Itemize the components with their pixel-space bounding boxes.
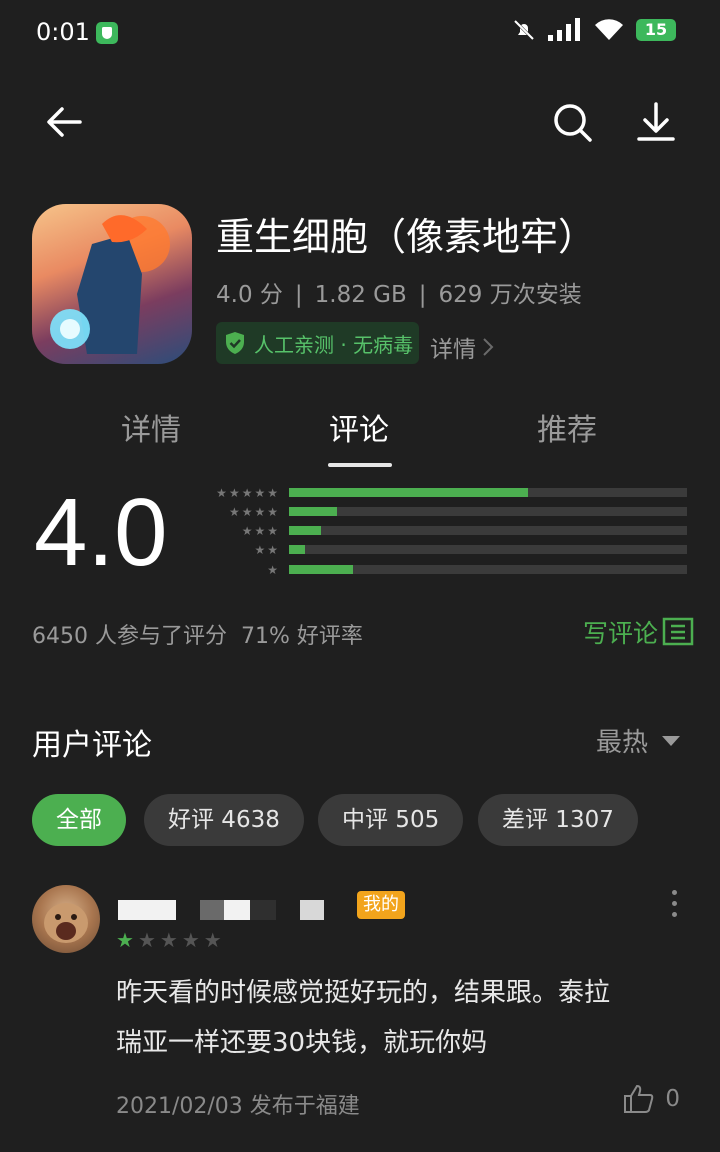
distribution-bar-4 xyxy=(289,507,687,516)
write-review-label: 写评论 xyxy=(582,619,658,648)
battery-indicator: 15 xyxy=(636,19,676,41)
average-rating: 4.0 xyxy=(34,479,168,586)
star-icon: ★ xyxy=(267,486,278,500)
review-date: 2021/02/03 发布于福建 xyxy=(116,1094,360,1119)
reviewer-avatar[interactable] xyxy=(32,885,100,953)
star-icon: ★ xyxy=(254,543,266,557)
safety-label: 人工亲测 · 无病毒 xyxy=(254,332,414,357)
star-icon: ★ xyxy=(116,928,134,952)
star-icon: ★ xyxy=(254,524,266,538)
chevron-right-icon xyxy=(483,338,494,356)
distribution-stars-4: ★ ★ ★ ★ xyxy=(229,506,278,518)
star-icon: ★ xyxy=(267,563,278,577)
distribution-bar-fill xyxy=(289,507,337,516)
thumbs-up-icon xyxy=(624,1084,654,1113)
star-icon: ★ xyxy=(254,486,266,500)
distribution-bar-fill xyxy=(289,565,353,574)
star-icon: ★ xyxy=(228,486,240,500)
app-icon xyxy=(32,204,192,364)
distribution-stars-1: ★ xyxy=(267,564,278,576)
app-title: 重生细胞（像素地牢） xyxy=(216,215,597,259)
filter-positive[interactable]: 好评 4638 xyxy=(144,794,304,846)
distribution-bar-fill xyxy=(289,526,321,535)
filter-negative[interactable]: 差评 1307 xyxy=(478,794,638,846)
star-icon: ★ xyxy=(203,928,222,952)
distribution-bar-fill xyxy=(289,488,528,497)
star-icon: ★ xyxy=(241,505,253,519)
redacted-username-part xyxy=(300,900,324,920)
like-button[interactable]: 0 xyxy=(623,1084,680,1114)
more-options-icon[interactable] xyxy=(672,890,680,917)
vpn-shield-icon xyxy=(96,22,118,44)
signal-icon xyxy=(548,18,580,41)
rating-participants: 6450 人参与了评分 xyxy=(32,624,227,649)
star-icon: ★ xyxy=(254,505,266,519)
star-icon: ★ xyxy=(228,505,240,519)
mute-bell-icon xyxy=(513,19,535,41)
star-icon: ★ xyxy=(181,928,200,952)
distribution-bar-3 xyxy=(289,526,687,535)
search-icon[interactable] xyxy=(550,100,594,144)
star-icon: ★ xyxy=(267,505,278,519)
user-reviews-title: 用户评论 xyxy=(32,728,152,763)
app-size: 1.82 GB xyxy=(314,282,407,308)
distribution-stars-2: ★ ★ xyxy=(254,544,278,556)
download-icon[interactable] xyxy=(634,100,678,144)
status-time: 0:01 xyxy=(36,18,90,46)
detail-link-label: 详情 xyxy=(430,337,476,363)
distribution-stars-5: ★ ★ ★ ★ ★ xyxy=(216,487,278,499)
star-icon: ★ xyxy=(159,928,178,952)
mine-badge: 我的 xyxy=(357,891,405,919)
rating-summary: 6450 人参与了评分 71% 好评率 xyxy=(32,618,363,650)
star-icon: ★ xyxy=(241,524,253,538)
star-icon: ★ xyxy=(137,928,156,952)
caret-down-icon xyxy=(662,735,680,746)
redacted-username xyxy=(118,900,176,920)
tab-reviews[interactable]: 评论 xyxy=(329,405,389,449)
status-icons: 15 xyxy=(512,18,676,42)
distribution-stars-3: ★ ★ ★ xyxy=(242,525,278,537)
tab-recommend[interactable]: 推荐 xyxy=(537,405,597,449)
review-text-line2: 瑞亚一样还要30块钱，就玩你妈 xyxy=(116,1028,488,1058)
wifi-icon xyxy=(595,19,623,40)
distribution-bar-5 xyxy=(289,488,687,497)
redacted-username-part xyxy=(250,900,276,920)
tab-details[interactable]: 详情 xyxy=(121,405,181,449)
sort-dropdown[interactable]: 最热 xyxy=(596,722,680,759)
star-icon: ★ xyxy=(267,543,278,557)
review-text-line1: 昨天看的时候感觉挺好玩的，结果跟。泰拉 xyxy=(116,978,611,1008)
distribution-bar-fill xyxy=(289,545,305,554)
safety-badge[interactable]: 人工亲测 · 无病毒 xyxy=(216,322,420,364)
review-text: 昨天看的时候感觉挺好玩的，结果跟。泰拉 瑞亚一样还要30块钱，就玩你妈 xyxy=(116,968,676,1068)
write-review-button[interactable]: 写评论 xyxy=(583,614,694,650)
star-icon: ★ xyxy=(267,524,278,538)
app-meta: 4.0 分 | 1.82 GB | 629 万次安装 xyxy=(216,282,582,308)
distribution-bar-1 xyxy=(289,565,687,574)
comment-edit-icon xyxy=(662,617,694,646)
active-tab-indicator xyxy=(328,463,392,467)
review-stars: ★ ★ ★ ★ ★ xyxy=(116,928,222,952)
star-icon: ★ xyxy=(241,486,253,500)
positive-rate: 71% 好评率 xyxy=(240,624,363,649)
shield-check-icon xyxy=(226,332,244,354)
star-icon: ★ xyxy=(216,486,227,500)
redacted-username-part xyxy=(224,900,250,920)
app-installs: 629 万次安装 xyxy=(438,282,582,308)
sort-label: 最热 xyxy=(595,728,648,758)
back-arrow-icon[interactable] xyxy=(42,100,86,144)
filter-all[interactable]: 全部 xyxy=(32,794,126,846)
redacted-username-part xyxy=(200,900,224,920)
distribution-bar-2 xyxy=(289,545,687,554)
filter-neutral[interactable]: 中评 505 xyxy=(318,794,464,846)
like-count: 0 xyxy=(665,1086,680,1112)
app-score: 4.0 分 xyxy=(216,282,283,308)
detail-link[interactable]: 详情 xyxy=(430,330,494,364)
